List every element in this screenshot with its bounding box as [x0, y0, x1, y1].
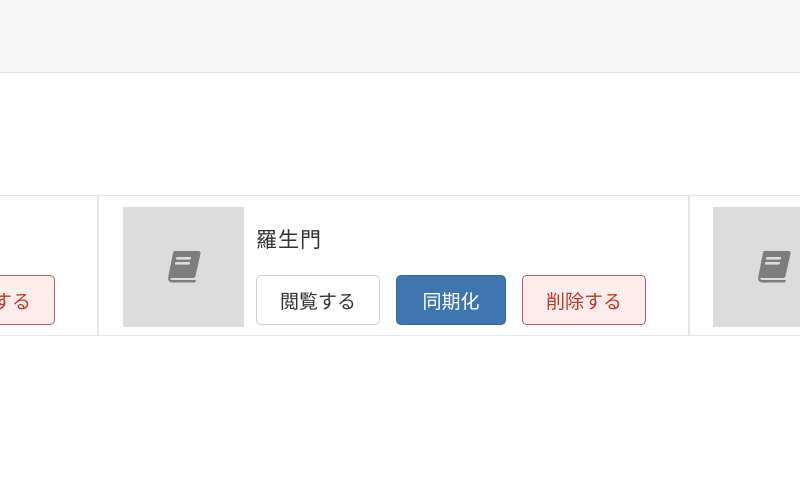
- book-card: 削除する: [0, 195, 98, 336]
- book-thumbnail[interactable]: [123, 207, 244, 327]
- book-card: 羅生門 閲覧する 同期化 削除する: [98, 195, 689, 336]
- book-list: 削除する 羅生門 閲覧する 同期化 削除する: [0, 195, 800, 338]
- book-icon: [164, 249, 204, 285]
- sync-button[interactable]: 同期化: [396, 275, 506, 325]
- book-icon: [754, 249, 794, 285]
- book-thumbnail[interactable]: [713, 207, 800, 327]
- book-title: 羅生門: [256, 228, 322, 252]
- delete-button[interactable]: 削除する: [522, 275, 646, 325]
- delete-button[interactable]: 削除する: [0, 275, 55, 325]
- view-button[interactable]: 閲覧する: [256, 275, 380, 325]
- top-bar: [0, 0, 800, 73]
- book-card: [689, 195, 800, 336]
